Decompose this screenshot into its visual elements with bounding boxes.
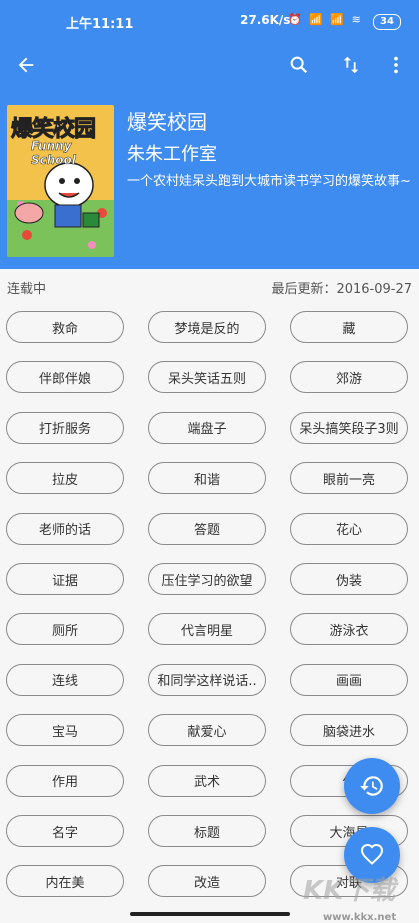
back-button[interactable] (6, 42, 46, 88)
chapter-chip[interactable]: 证据 (6, 563, 124, 595)
battery-icon: 34 (373, 14, 401, 30)
book-description: 一个农村娃呆头跑到大城市读书学习的爆笑故事~ (127, 174, 411, 189)
cover-subtitle-text: Funny School (31, 139, 76, 168)
serial-status: 连载中 (7, 282, 47, 297)
chapter-chip[interactable]: 救命 (6, 311, 124, 343)
status-icons: ⏰ 📶 📶 ≋ (288, 13, 363, 26)
chapter-chip[interactable]: 眼前一亮 (290, 462, 408, 495)
chapter-chip[interactable]: 打折服务 (6, 411, 124, 444)
last-updated: 最后更新：2016-09-27 (271, 282, 412, 297)
chapter-chip[interactable]: 名字 (6, 815, 124, 847)
book-meta: 连载中 最后更新：2016-09-27 (0, 278, 419, 298)
network-speed: 27.6K/s (240, 13, 291, 27)
chapter-chip[interactable]: 献爱心 (148, 714, 266, 747)
book-cover[interactable]: 爆笑校园 Funny School (7, 105, 114, 257)
chapter-chip[interactable]: 脑袋进水 (290, 714, 408, 747)
book-title: 爆笑校园 (127, 110, 207, 134)
chapter-chip[interactable]: 厕所 (6, 613, 124, 646)
search-button[interactable] (279, 42, 319, 88)
chapter-chip[interactable]: 伴郎伴娘 (6, 361, 124, 394)
chapter-chip[interactable]: 压住学习的欲望 (148, 563, 266, 595)
chapter-chip[interactable]: 连线 (6, 663, 124, 696)
more-button[interactable] (376, 42, 416, 88)
home-indicator[interactable] (130, 912, 290, 916)
toolbar (0, 42, 419, 88)
chapter-chip[interactable]: 端盘子 (148, 411, 266, 444)
history-icon (360, 776, 383, 796)
watermark: KK下载 www.kkx.net (283, 852, 419, 923)
chapter-chip[interactable]: 武术 (148, 764, 266, 797)
chapter-chip[interactable]: 拉皮 (6, 462, 124, 495)
chapter-chip[interactable]: 花心 (290, 512, 408, 545)
chapter-chip[interactable]: 郊游 (290, 361, 408, 394)
watermark-text: KK下载 (303, 876, 396, 906)
chapter-chip[interactable]: 藏 (290, 311, 408, 343)
chapter-chip[interactable]: 和谐 (148, 462, 266, 495)
more-vert-icon (394, 56, 398, 74)
chapter-chip[interactable]: 呆头笑话五则 (148, 361, 266, 394)
arrow-left-icon (18, 57, 34, 73)
book-author[interactable]: 朱朱工作室 (127, 140, 217, 166)
watermark-url: www.kkx.net (323, 912, 397, 923)
status-time: 上午11:11 (66, 17, 134, 32)
header-panel: 上午11:11 27.6K/s ⏰ 📶 📶 ≋ 34 爆笑校园 Funny Sc… (0, 0, 419, 269)
search-icon (290, 56, 308, 74)
history-button[interactable] (344, 758, 400, 814)
chapter-chip[interactable]: 画画 (290, 663, 408, 696)
chapter-chip[interactable]: 作用 (6, 764, 124, 797)
chapter-chip[interactable]: 呆头搞笑段子3则 (290, 411, 408, 444)
sort-icon (343, 56, 359, 74)
chapter-chip[interactable]: 代言明星 (148, 613, 266, 646)
chapter-chip[interactable]: 答题 (148, 512, 266, 545)
chapter-chip[interactable]: 梦境是反的 (148, 311, 266, 343)
sort-button[interactable] (331, 42, 371, 88)
chapter-chip[interactable]: 和同学这样说话.. (148, 663, 266, 696)
chapter-chip[interactable]: 宝马 (6, 714, 124, 747)
chapter-chip[interactable]: 标题 (148, 815, 266, 847)
chapter-chip[interactable]: 改造 (148, 865, 266, 898)
chapter-chip[interactable]: 内在美 (6, 865, 124, 898)
chapter-chip[interactable]: 游泳衣 (290, 613, 408, 646)
status-bar: 上午11:11 27.6K/s ⏰ 📶 📶 ≋ 34 (0, 0, 419, 42)
chapter-chip[interactable]: 老师的话 (6, 512, 124, 545)
chapter-chip[interactable]: 伪装 (290, 563, 408, 595)
